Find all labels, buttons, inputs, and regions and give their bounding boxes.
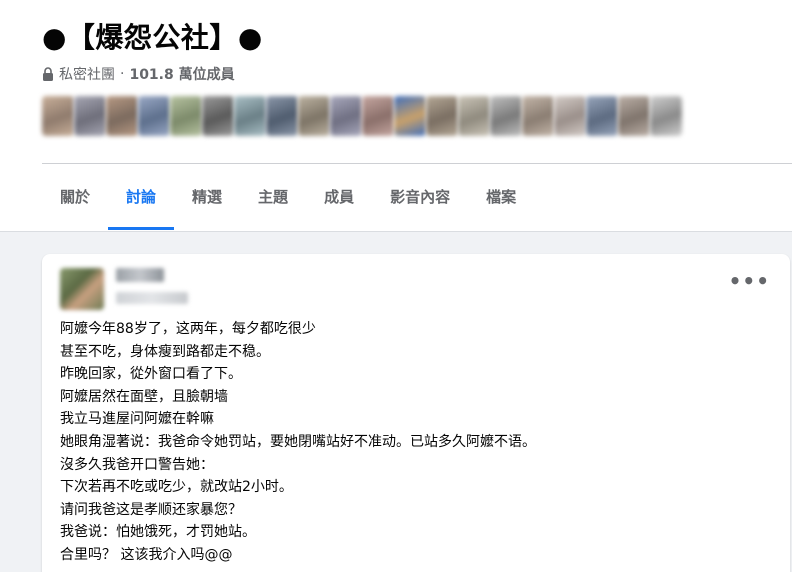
post-line: 昨晚回家，從外窗口看了下。	[60, 366, 242, 383]
group-meta: 私密社團 · 101.8 萬位成員	[42, 64, 235, 84]
meta-separator: ·	[120, 66, 125, 82]
member-avatar[interactable]	[362, 96, 394, 136]
post-text: 阿嬤今年88岁了，这两年，每夕都吃很少 甚至不吃，身体瘦到路都走不稳。 昨晚回家，從…	[60, 318, 780, 567]
member-avatar[interactable]	[586, 96, 618, 136]
post-author-avatar[interactable]	[60, 268, 104, 310]
post-line: 下次若再不吃或吃少，就改站2小时。	[60, 479, 293, 496]
post-author-name[interactable]	[116, 268, 164, 282]
member-avatar[interactable]	[650, 96, 682, 136]
tab-0[interactable]: 關於	[42, 172, 108, 230]
post-line: 合里吗？ 这该我介入吗@@	[60, 546, 233, 563]
member-avatar[interactable]	[394, 96, 426, 136]
member-count[interactable]: 101.8 萬位成員	[129, 64, 234, 84]
header-divider	[42, 163, 792, 164]
member-avatar[interactable]	[202, 96, 234, 136]
member-avatar[interactable]	[234, 96, 266, 136]
post-line: 沒多久我爸开口警告她：	[60, 456, 214, 473]
member-avatar[interactable]	[426, 96, 458, 136]
group-tabs: 關於 討論 精選 主題 成員 影音內容 檔案	[42, 172, 534, 232]
post-timestamp[interactable]	[116, 292, 188, 304]
member-avatar[interactable]	[266, 96, 298, 136]
member-avatar[interactable]	[618, 96, 650, 136]
member-avatar[interactable]	[458, 96, 490, 136]
member-avatar[interactable]	[522, 96, 554, 136]
privacy-label: 私密社團	[59, 67, 115, 83]
member-avatar[interactable]	[138, 96, 170, 136]
more-options-button[interactable]: •••	[729, 271, 770, 291]
group-header: ●【爆怨公社】● 私密社團 · 101.8 萬位成員 關於 討論 精選 主題 成員 影音內…	[0, 0, 792, 232]
member-avatar[interactable]	[554, 96, 586, 136]
member-avatar[interactable]	[490, 96, 522, 136]
tab-6[interactable]: 檔案	[468, 172, 534, 230]
member-avatar[interactable]	[170, 96, 202, 136]
tab-5[interactable]: 影音內容	[372, 172, 468, 230]
lock-icon	[43, 67, 53, 81]
post-line: 阿嬤今年88岁了，这两年，每夕都吃很少	[60, 321, 316, 337]
member-avatar[interactable]	[330, 96, 362, 136]
tab-4[interactable]: 成員	[306, 172, 372, 230]
post-line: 阿嬤居然在面壁，且臉朝墙	[60, 388, 228, 405]
post-line: 我爸说：怕她饿死，才罚她站。	[60, 524, 256, 541]
post-line: 我立马進屋问阿嬤在幹嘛	[60, 411, 214, 428]
tab-3[interactable]: 主題	[240, 172, 306, 230]
post-line: 请问我爸这是孝顺还家暴您？	[60, 501, 242, 518]
tab-1[interactable]: 討論	[108, 172, 175, 230]
tab-2[interactable]: 精選	[174, 172, 240, 230]
post-line: 甚至不吃，身体瘦到路都走不稳。	[60, 343, 270, 360]
member-avatar[interactable]	[74, 96, 106, 136]
post-card: ••• 阿嬤今年88岁了，这两年，每夕都吃很少 甚至不吃，身体瘦到路都走不稳。 昨晚…	[42, 254, 790, 572]
member-avatars[interactable]	[42, 96, 682, 136]
member-avatar[interactable]	[42, 96, 74, 136]
member-avatar[interactable]	[106, 96, 138, 136]
post-line: 她眼角湿著说：我爸命令她罚站，要她閉嘴站好不准动。已站多久阿嬤不语。	[60, 433, 536, 450]
member-avatar[interactable]	[298, 96, 330, 136]
group-title[interactable]: ●【爆怨公社】●	[42, 16, 263, 56]
